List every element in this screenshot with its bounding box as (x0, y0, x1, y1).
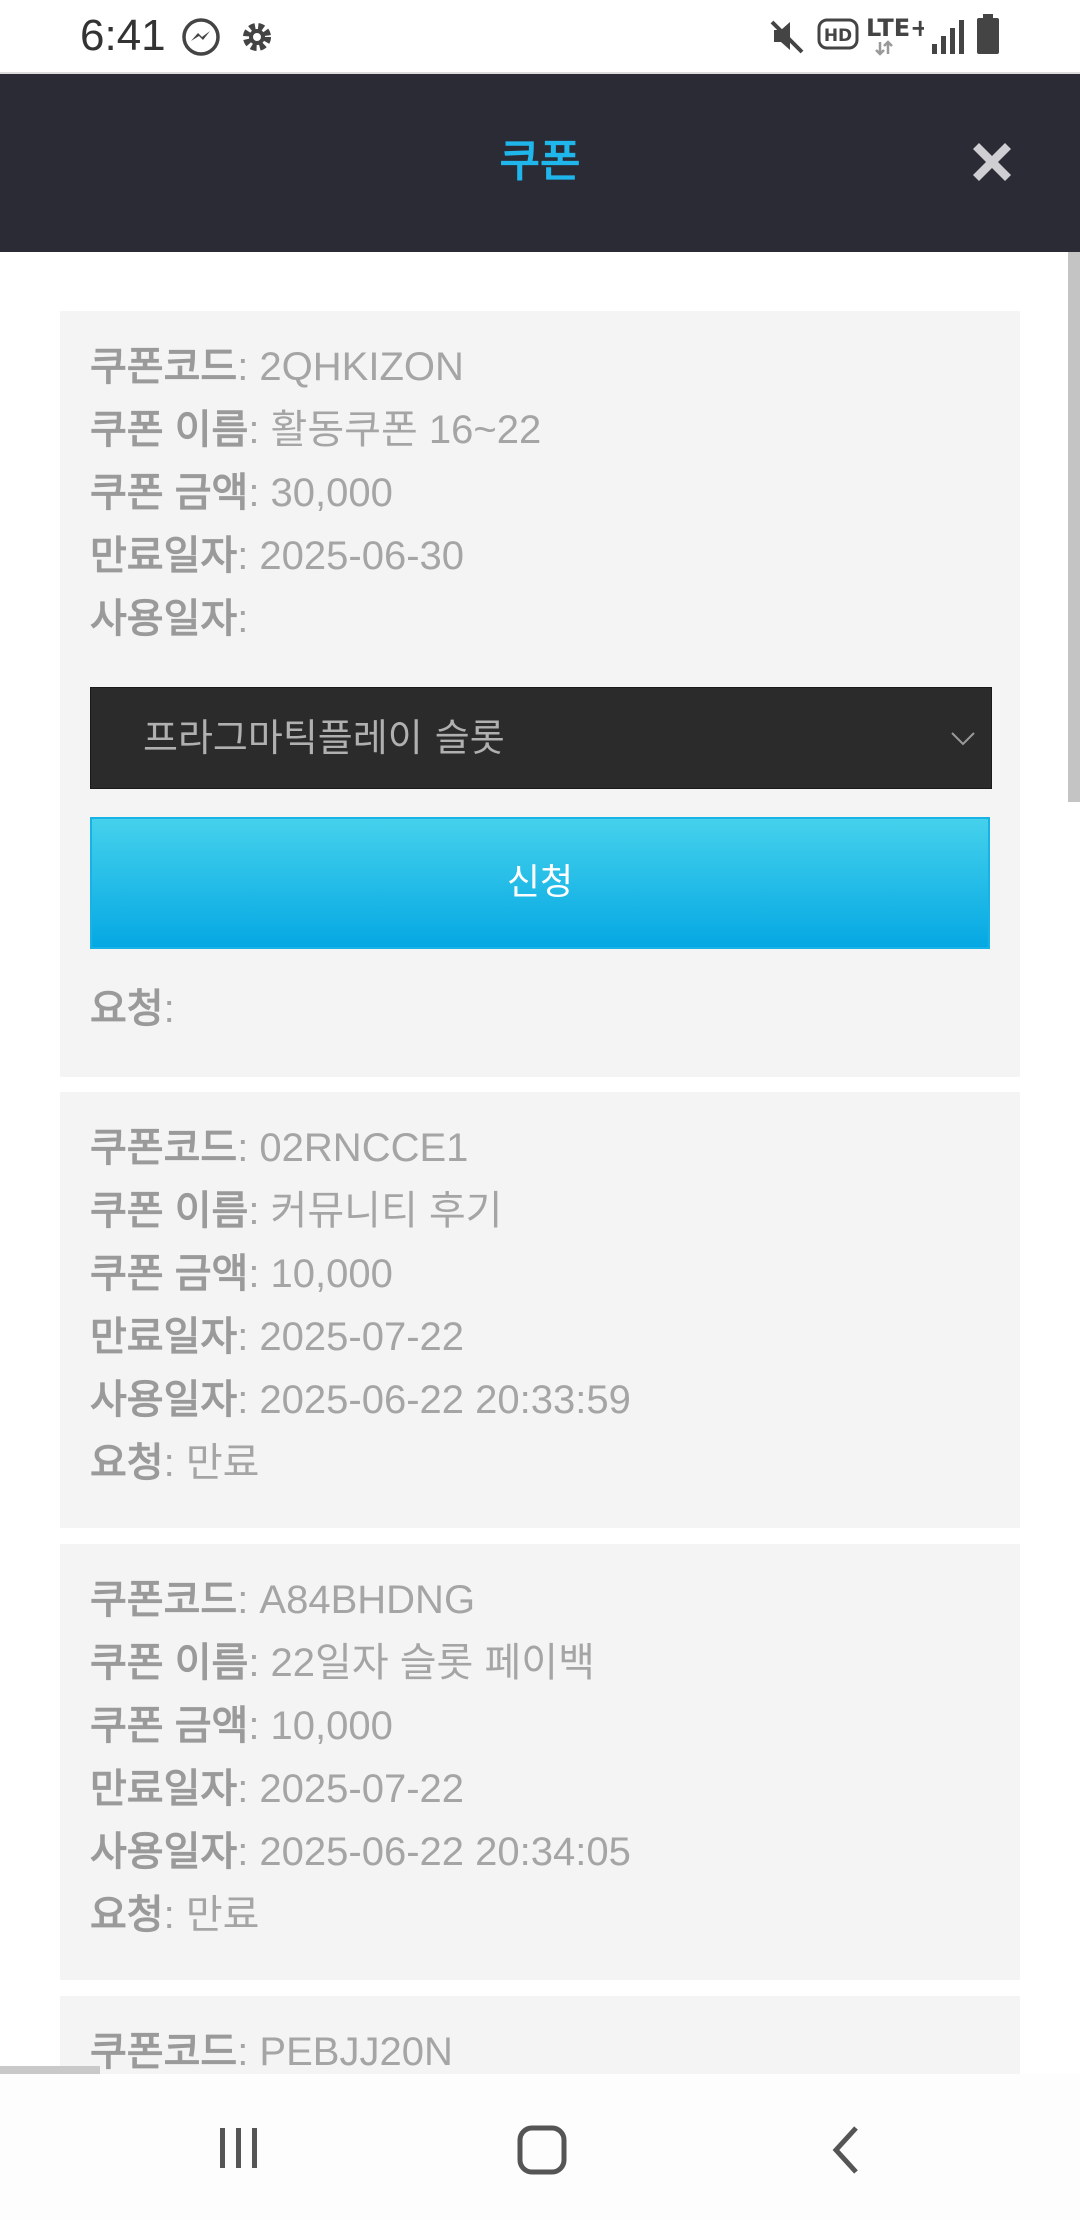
coupon-card: 쿠폰코드: A84BHDNG 쿠폰 이름: 22일자 슬롯 페이백 쿠폰 금액:… (60, 1544, 1020, 1980)
request-row: 요청: (90, 983, 175, 1035)
coupon-code-value: : PEBJJ20N (237, 2030, 453, 2074)
coupon-code-label: 쿠폰코드 (90, 345, 238, 389)
battery-icon (977, 14, 999, 54)
back-icon[interactable] (826, 2124, 866, 2176)
status-time: 6:41 (80, 11, 166, 60)
request-value: : (163, 987, 175, 1031)
expiry-date-row: 만료일자: 2025-06-30 (90, 530, 464, 582)
svg-text:HD: HD (824, 26, 852, 46)
scrollbar[interactable] (1068, 252, 1080, 802)
used-date-row: 사용일자: (90, 593, 248, 645)
request-value: : 만료 (163, 1893, 260, 1937)
messenger-icon (182, 18, 220, 56)
coupon-list[interactable]: 쿠폰코드: 2QHKIZON 쿠폰 이름: 활동쿠폰 16~22 쿠폰 금액: … (0, 252, 1066, 2074)
used-date-row: 사용일자: 2025-06-22 20:34:05 (90, 1826, 631, 1878)
expiry-date-row: 만료일자: 2025-07-22 (90, 1311, 464, 1363)
coupon-amount-label: 쿠폰 금액 (90, 1704, 249, 1748)
expiry-date-value: : 2025-07-22 (237, 1767, 465, 1811)
coupon-code-label: 쿠폰코드 (90, 1126, 238, 1170)
home-icon[interactable] (516, 2124, 568, 2176)
close-icon[interactable] (965, 135, 1019, 189)
used-date-value: : (237, 597, 249, 641)
header: 쿠폰 (0, 74, 1080, 252)
coupon-name-value: : 커뮤니티 후기 (248, 1189, 503, 1233)
signal-icon (932, 20, 964, 54)
coupon-name-label: 쿠폰 이름 (90, 408, 249, 452)
coupon-amount-value: : 10,000 (248, 1704, 393, 1748)
coupon-amount-row: 쿠폰 금액: 10,000 (90, 1248, 393, 1300)
coupon-code-value: : A84BHDNG (237, 1578, 476, 1622)
chevron-down-icon (951, 732, 975, 746)
expiry-date-label: 만료일자 (90, 1315, 238, 1359)
coupon-code-value: : 02RNCCE1 (237, 1126, 469, 1170)
request-value: : 만료 (163, 1441, 260, 1485)
expiry-date-value: : 2025-07-22 (237, 1315, 465, 1359)
expiry-date-value: : 2025-06-30 (237, 534, 465, 578)
coupon-amount-label: 쿠폰 금액 (90, 471, 249, 515)
svg-text:LTE+: LTE+ (866, 14, 924, 42)
coupon-code-label: 쿠폰코드 (90, 2030, 238, 2074)
expiry-date-label: 만료일자 (90, 534, 238, 578)
expiry-date-label: 만료일자 (90, 1767, 238, 1811)
coupon-name-label: 쿠폰 이름 (90, 1189, 249, 1233)
used-date-label: 사용일자 (90, 1830, 238, 1874)
apply-button-label: 신청 (506, 862, 574, 903)
mute-icon (770, 20, 804, 54)
request-row: 요청: 만료 (90, 1437, 259, 1489)
game-select[interactable]: 프라그마틱플레이 슬롯 (90, 687, 992, 789)
coupon-code-row: 쿠폰코드: PEBJJ20N (90, 2026, 453, 2074)
request-label: 요청 (90, 1893, 164, 1937)
request-label: 요청 (90, 1441, 164, 1485)
coupon-name-row: 쿠폰 이름: 활동쿠폰 16~22 (90, 404, 541, 456)
used-date-row: 사용일자: 2025-06-22 20:33:59 (90, 1374, 631, 1426)
coupon-name-row: 쿠폰 이름: 커뮤니티 후기 (90, 1185, 502, 1237)
expiry-date-row: 만료일자: 2025-07-22 (90, 1763, 464, 1815)
request-row: 요청: 만료 (90, 1889, 259, 1941)
coupon-code-row: 쿠폰코드: A84BHDNG (90, 1574, 475, 1626)
coupon-amount-value: : 30,000 (248, 471, 393, 515)
coupon-card: 쿠폰코드: 02RNCCE1 쿠폰 이름: 커뮤니티 후기 쿠폰 금액: 10,… (60, 1092, 1020, 1528)
coupon-name-label: 쿠폰 이름 (90, 1641, 249, 1685)
lte-icon: LTE+ (866, 14, 924, 56)
used-date-value: : 2025-06-22 20:34:05 (237, 1830, 631, 1874)
gear-icon (243, 23, 271, 51)
coupon-name-row: 쿠폰 이름: 22일자 슬롯 페이백 (90, 1637, 595, 1689)
recent-apps-icon[interactable] (216, 2124, 264, 2172)
used-date-value: : 2025-06-22 20:33:59 (237, 1378, 631, 1422)
coupon-code-row: 쿠폰코드: 02RNCCE1 (90, 1122, 468, 1174)
page-title: 쿠폰 (499, 136, 581, 187)
coupon-code-row: 쿠폰코드: 2QHKIZON (90, 341, 464, 393)
coupon-amount-row: 쿠폰 금액: 30,000 (90, 467, 393, 519)
coupon-name-value: : 22일자 슬롯 페이백 (248, 1641, 595, 1685)
apply-button[interactable]: 신청 (90, 817, 990, 949)
coupon-amount-value: : 10,000 (248, 1252, 393, 1296)
used-date-label: 사용일자 (90, 597, 238, 641)
coupon-amount-row: 쿠폰 금액: 10,000 (90, 1700, 393, 1752)
coupon-code-value: : 2QHKIZON (237, 345, 464, 389)
status-bar: 6:41 HD LTE+ (0, 0, 1080, 74)
request-label: 요청 (90, 987, 164, 1031)
hd-icon: HD (817, 18, 859, 50)
coupon-name-value: : 활동쿠폰 16~22 (248, 408, 542, 452)
used-date-label: 사용일자 (90, 1378, 238, 1422)
navigation-bar (0, 2074, 1080, 2220)
coupon-code-label: 쿠폰코드 (90, 1578, 238, 1622)
coupon-card: 쿠폰코드: 2QHKIZON 쿠폰 이름: 활동쿠폰 16~22 쿠폰 금액: … (60, 311, 1020, 1077)
coupon-card: 쿠폰코드: PEBJJ20N (60, 1996, 1020, 2074)
coupon-amount-label: 쿠폰 금액 (90, 1252, 249, 1296)
game-select-value: 프라그마틱플레이 슬롯 (143, 716, 505, 760)
progress-strip (0, 2066, 100, 2074)
